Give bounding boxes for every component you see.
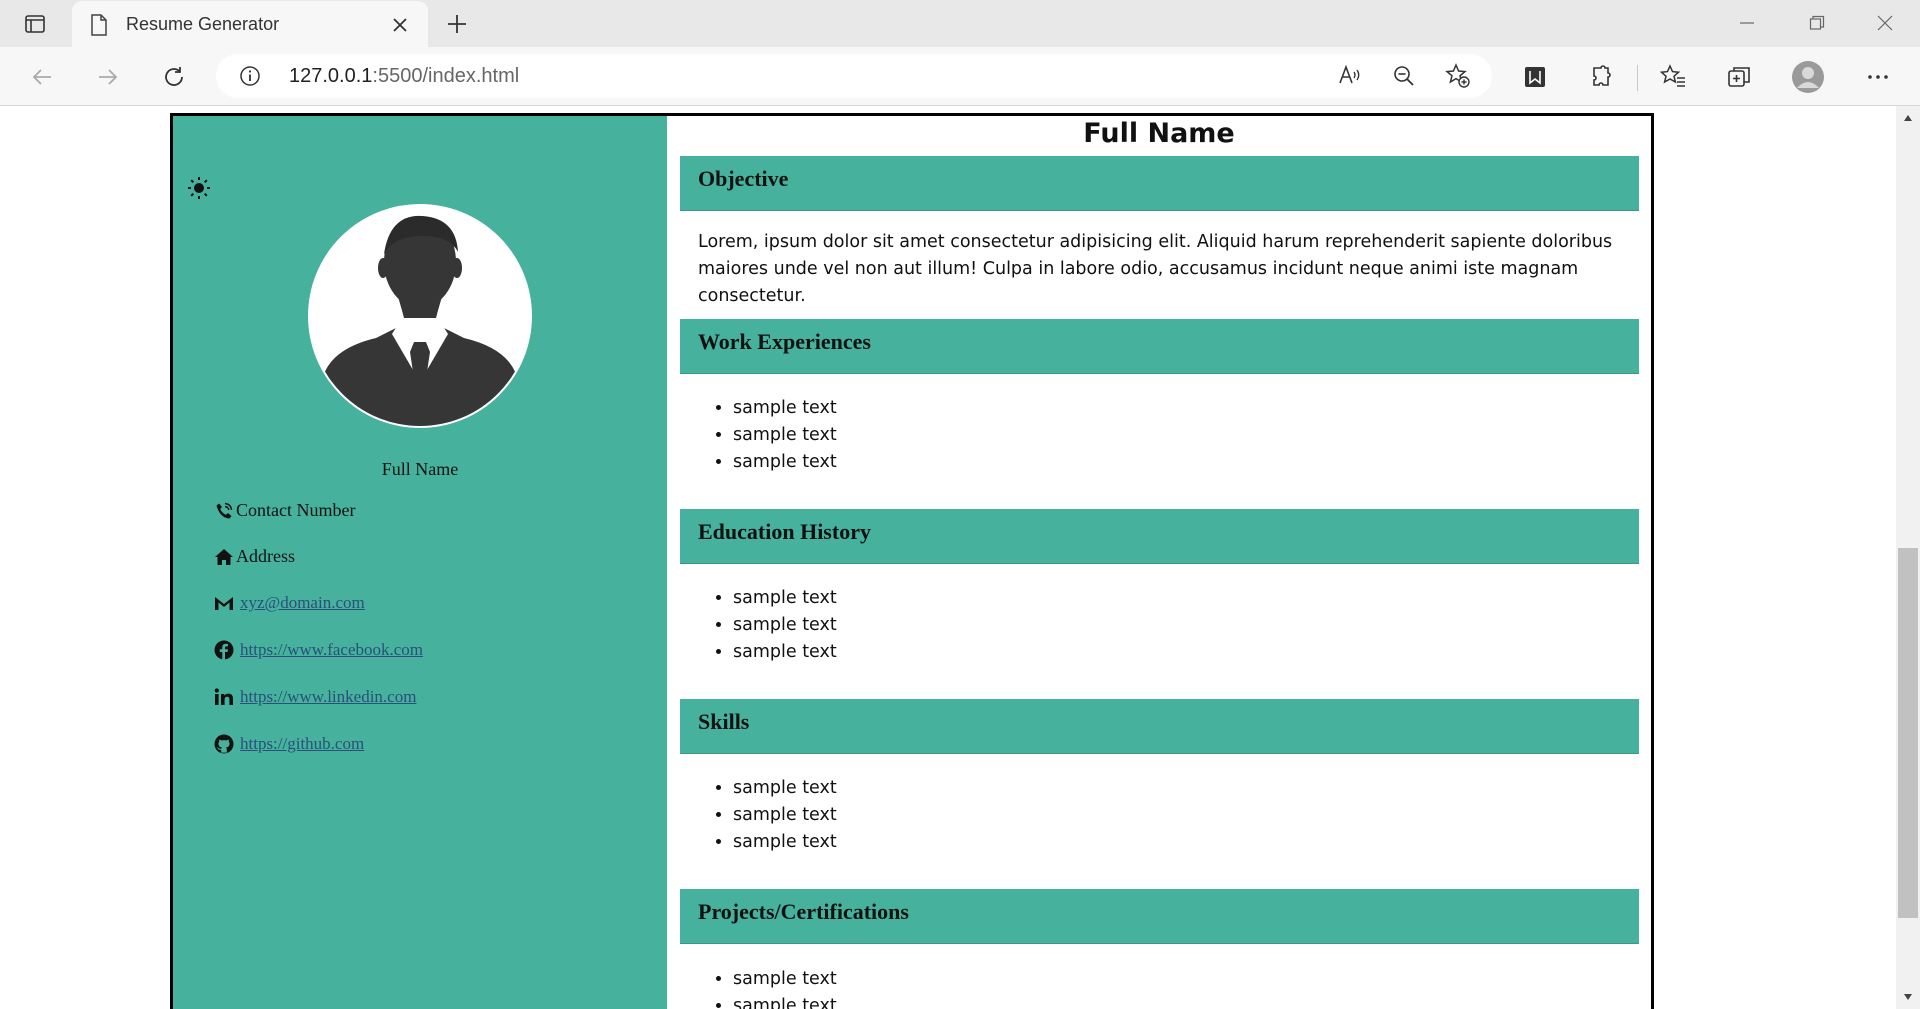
close-tab-icon[interactable]: [388, 13, 412, 37]
url-path: :5500/index.html: [372, 65, 520, 87]
contact-number-text: Contact Number: [236, 500, 356, 520]
list-item: sample text: [733, 829, 837, 856]
favorites-icon[interactable]: [1655, 61, 1691, 93]
list-item: sample text: [733, 612, 837, 639]
list-item: sample text: [733, 639, 837, 666]
browser-tab[interactable]: Resume Generator: [72, 1, 428, 48]
linkedin-icon: [214, 687, 234, 707]
address-text: Address: [236, 546, 295, 566]
more-options-icon[interactable]: [1860, 61, 1896, 93]
work-title: Work Experiences: [698, 329, 871, 354]
toolbar-separator: [1637, 65, 1638, 91]
site-info-icon[interactable]: [238, 64, 262, 88]
objective-text: Lorem, ipsum dolor sit amet consectetur …: [698, 232, 1613, 306]
work-list: sample text sample text sample text: [733, 395, 837, 476]
phone-icon: [214, 501, 234, 521]
list-item: sample text: [733, 422, 837, 449]
tab-bar: Resume Generator: [0, 0, 1920, 48]
list-item: sample text: [733, 449, 837, 476]
skills-title: Skills: [698, 709, 750, 734]
profile-avatar-icon[interactable]: [1790, 61, 1826, 93]
github-link[interactable]: https://github.com: [240, 734, 364, 754]
close-window-icon[interactable]: [1862, 8, 1908, 38]
projects-list: sample text sample text: [733, 966, 837, 1009]
url-text[interactable]: 127.0.0.1:5500/index.html: [289, 65, 519, 88]
gmail-icon: [214, 593, 234, 613]
url-host: 127.0.0.1: [289, 65, 373, 87]
work-header: Work Experiences: [680, 319, 1639, 374]
facebook-row: https://www.facebook.com: [214, 640, 423, 660]
address-row: Address: [214, 546, 295, 567]
objective-title: Objective: [698, 166, 789, 191]
education-list: sample text sample text sample text: [733, 585, 837, 666]
github-icon: [214, 734, 234, 754]
scroll-up-icon[interactable]: [1902, 112, 1914, 124]
list-item: sample text: [733, 993, 837, 1009]
education-title: Education History: [698, 519, 871, 544]
zoom-out-icon[interactable]: [1388, 60, 1420, 92]
list-item: sample text: [733, 395, 837, 422]
skills-list: sample text sample text sample text: [733, 775, 837, 856]
contact-number-row: Contact Number: [214, 500, 355, 521]
back-icon[interactable]: [24, 61, 60, 93]
minimize-icon[interactable]: [1724, 8, 1770, 38]
refresh-icon[interactable]: [156, 61, 192, 93]
email-link[interactable]: xyz@domain.com: [240, 593, 365, 613]
list-item: sample text: [733, 775, 837, 802]
toolbar: 127.0.0.1:5500/index.html: [0, 47, 1920, 106]
linkedin-link[interactable]: https://www.linkedin.com: [240, 687, 416, 707]
scrollbar-thumb[interactable]: [1898, 548, 1918, 918]
github-row: https://github.com: [214, 734, 364, 754]
page-title: Full Name: [1083, 118, 1235, 149]
page-icon: [88, 13, 110, 36]
restore-icon[interactable]: [1794, 8, 1840, 38]
linkedin-row: https://www.linkedin.com: [214, 687, 416, 707]
main-content: Full Name Objective Lorem, ipsum dolor s…: [667, 116, 1651, 1009]
skills-header: Skills: [680, 699, 1639, 754]
resume-container: Full Name Contact Number Address xyz@dom…: [170, 113, 1654, 1009]
projects-header: Projects/Certifications: [680, 889, 1639, 944]
page-viewport: Full Name Contact Number Address xyz@dom…: [0, 106, 1896, 1009]
list-item: sample text: [733, 802, 837, 829]
tab-title: Resume Generator: [126, 14, 280, 34]
new-tab-button[interactable]: [442, 10, 472, 38]
home-icon: [214, 547, 234, 567]
objective-header: Objective: [680, 156, 1639, 211]
education-header: Education History: [680, 509, 1639, 564]
add-favorite-icon[interactable]: [1442, 60, 1474, 92]
facebook-link[interactable]: https://www.facebook.com: [240, 640, 423, 660]
forward-icon[interactable]: [90, 61, 126, 93]
sidebar-full-name: Full Name: [381, 459, 459, 479]
vertical-scrollbar[interactable]: [1896, 106, 1920, 1009]
extensions-icon[interactable]: [1583, 61, 1619, 93]
read-aloud-icon[interactable]: [1334, 60, 1366, 92]
list-item: sample text: [733, 966, 837, 993]
facebook-icon: [214, 640, 234, 660]
sun-icon[interactable]: [185, 174, 213, 202]
avatar: [308, 204, 532, 428]
email-row: xyz@domain.com: [214, 593, 365, 613]
address-bar[interactable]: 127.0.0.1:5500/index.html: [216, 54, 1492, 98]
collections-icon[interactable]: [1721, 61, 1757, 93]
list-item: sample text: [733, 585, 837, 612]
scroll-down-icon[interactable]: [1902, 991, 1914, 1003]
projects-title: Projects/Certifications: [698, 899, 909, 924]
bookmark-extension-icon[interactable]: [1517, 61, 1553, 93]
tab-actions-icon[interactable]: [16, 10, 54, 38]
sidebar: Full Name Contact Number Address xyz@dom…: [173, 116, 667, 1009]
